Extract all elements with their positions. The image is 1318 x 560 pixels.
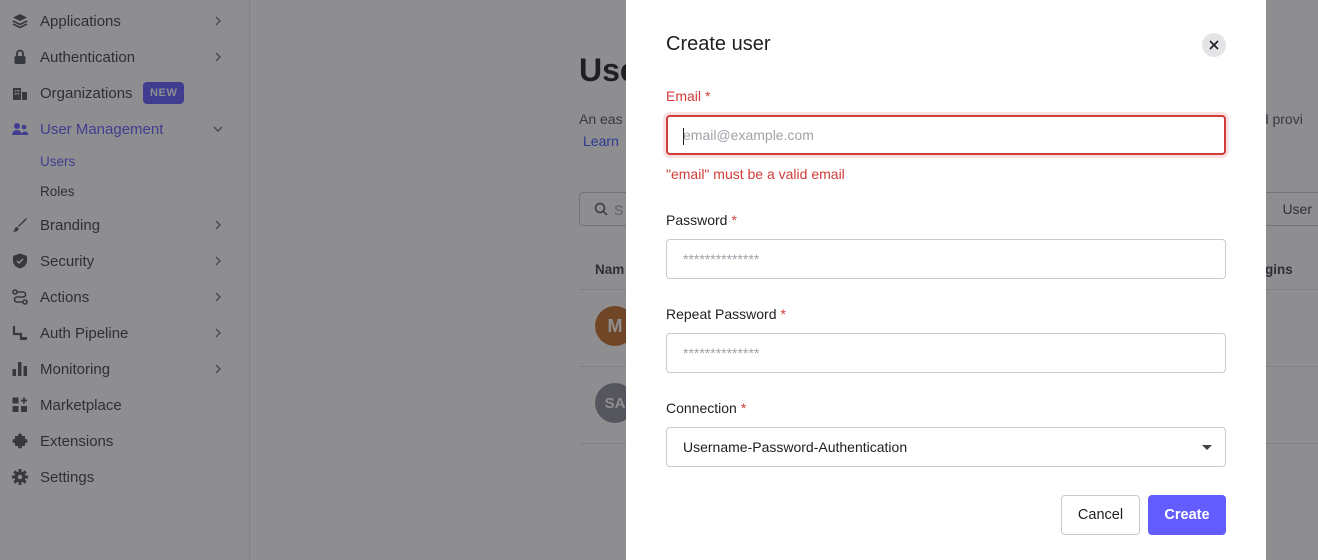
password-placeholder: ************** [683, 251, 760, 267]
email-label: Email * [666, 88, 711, 104]
required-marker: * [705, 88, 711, 104]
password-field[interactable]: ************** [666, 239, 1226, 279]
dropdown-arrow-icon [1202, 445, 1212, 450]
connection-value: Username-Password-Authentication [683, 439, 908, 455]
password-label: Password * [666, 212, 737, 228]
email-field[interactable]: email@example.com [666, 115, 1226, 155]
email-error-message: "email" must be a valid email [666, 166, 845, 182]
repeat-password-field[interactable]: ************** [666, 333, 1226, 373]
required-marker: * [731, 212, 737, 228]
connection-label: Connection * [666, 400, 747, 416]
create-button[interactable]: Create [1148, 495, 1226, 535]
required-marker: * [780, 306, 786, 322]
required-marker: * [740, 400, 747, 416]
repeat-password-label: Repeat Password * [666, 306, 786, 322]
text-cursor [683, 128, 684, 145]
close-icon [1209, 40, 1219, 50]
cancel-button[interactable]: Cancel [1061, 495, 1140, 535]
close-button[interactable] [1202, 33, 1226, 57]
create-user-dialog: Create user Email * email@example.com "em… [626, 0, 1266, 560]
connection-select[interactable]: Username-Password-Authentication [666, 427, 1226, 467]
repeat-password-placeholder: ************** [683, 345, 760, 361]
dialog-title: Create user [666, 33, 771, 55]
email-placeholder: email@example.com [683, 127, 814, 143]
